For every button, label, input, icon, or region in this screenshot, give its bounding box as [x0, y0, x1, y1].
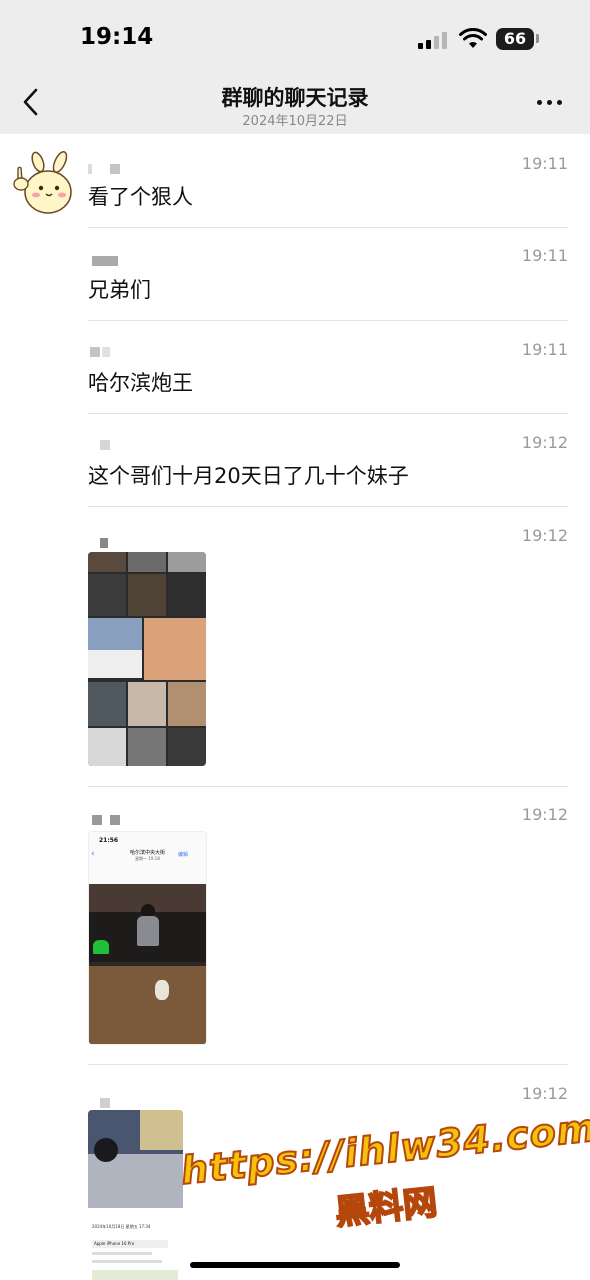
- screenshot-time: 21:56: [99, 837, 119, 844]
- screenshot-title: 哈尔滨中央大街: [129, 850, 165, 856]
- page-title: 群聊的聊天记录: [221, 86, 369, 110]
- message-item[interactable]: 19:11 兄弟们: [88, 244, 568, 314]
- avatar[interactable]: [8, 150, 76, 218]
- message-text: 兄弟们: [88, 278, 151, 302]
- message-time: 19:11: [521, 246, 568, 265]
- screenshot-photo: [89, 884, 206, 1044]
- divider: [88, 413, 568, 414]
- nav-bar: 群聊的聊天记录 2024年10月22日: [0, 70, 590, 134]
- message-text: 哈尔滨炮王: [88, 371, 193, 395]
- battery-tip: [536, 34, 539, 43]
- divider: [88, 320, 568, 321]
- screenshot-edit: 编辑: [178, 852, 189, 858]
- screenshot-subtitle: 星期一 19:18: [135, 856, 160, 861]
- message-text: 这个哥们十月20天日了几十个妹子: [88, 464, 409, 488]
- home-indicator[interactable]: [190, 1262, 400, 1268]
- message-text: 看了个狠人: [88, 185, 193, 209]
- message-time: 19:12: [521, 526, 568, 545]
- message-time: 19:12: [521, 805, 568, 824]
- message-item[interactable]: 19:11 哈尔滨炮王: [88, 337, 568, 407]
- message-header: 19:12: [88, 803, 568, 827]
- message-item[interactable]: 19:12 这个哥们十月20天日了几十个妹子: [88, 430, 568, 500]
- divider: [88, 786, 568, 787]
- message-header: 19:12: [88, 524, 568, 548]
- message-time: 19:11: [521, 340, 568, 359]
- page-subtitle: 2024年10月22日: [242, 114, 348, 129]
- cellular-signal-icon: [418, 31, 448, 49]
- wifi-icon: [459, 28, 487, 48]
- message-time: 19:12: [521, 433, 568, 452]
- photo-info-device: Apple iPhone 16 Pro: [94, 1241, 135, 1246]
- more-dots-icon[interactable]: [534, 98, 566, 108]
- divider: [88, 227, 568, 228]
- message-image-collage[interactable]: [88, 552, 206, 766]
- divider: [88, 1064, 568, 1065]
- divider: [88, 506, 568, 507]
- battery-indicator: 66: [496, 28, 534, 50]
- message-time: 19:11: [521, 154, 568, 173]
- photo-info-date: 2024年10月18日 星期五 17:34: [92, 1224, 151, 1229]
- watermark: https://ihlw34.com 黑料网: [178, 1097, 590, 1258]
- message-item[interactable]: 19:11 看了个狠人: [88, 150, 568, 220]
- message-image-photo[interactable]: 2024年10月18日 星期五 17:34 Apple iPhone 16 Pr…: [88, 1110, 183, 1280]
- status-time: 19:14: [80, 24, 154, 50]
- message-header: 19:12: [88, 1082, 568, 1108]
- status-bar: 19:14 66: [0, 0, 590, 70]
- message-image-screenshot[interactable]: 21:56 ‹ 哈尔滨中央大街 星期一 19:18 编辑: [88, 831, 207, 1045]
